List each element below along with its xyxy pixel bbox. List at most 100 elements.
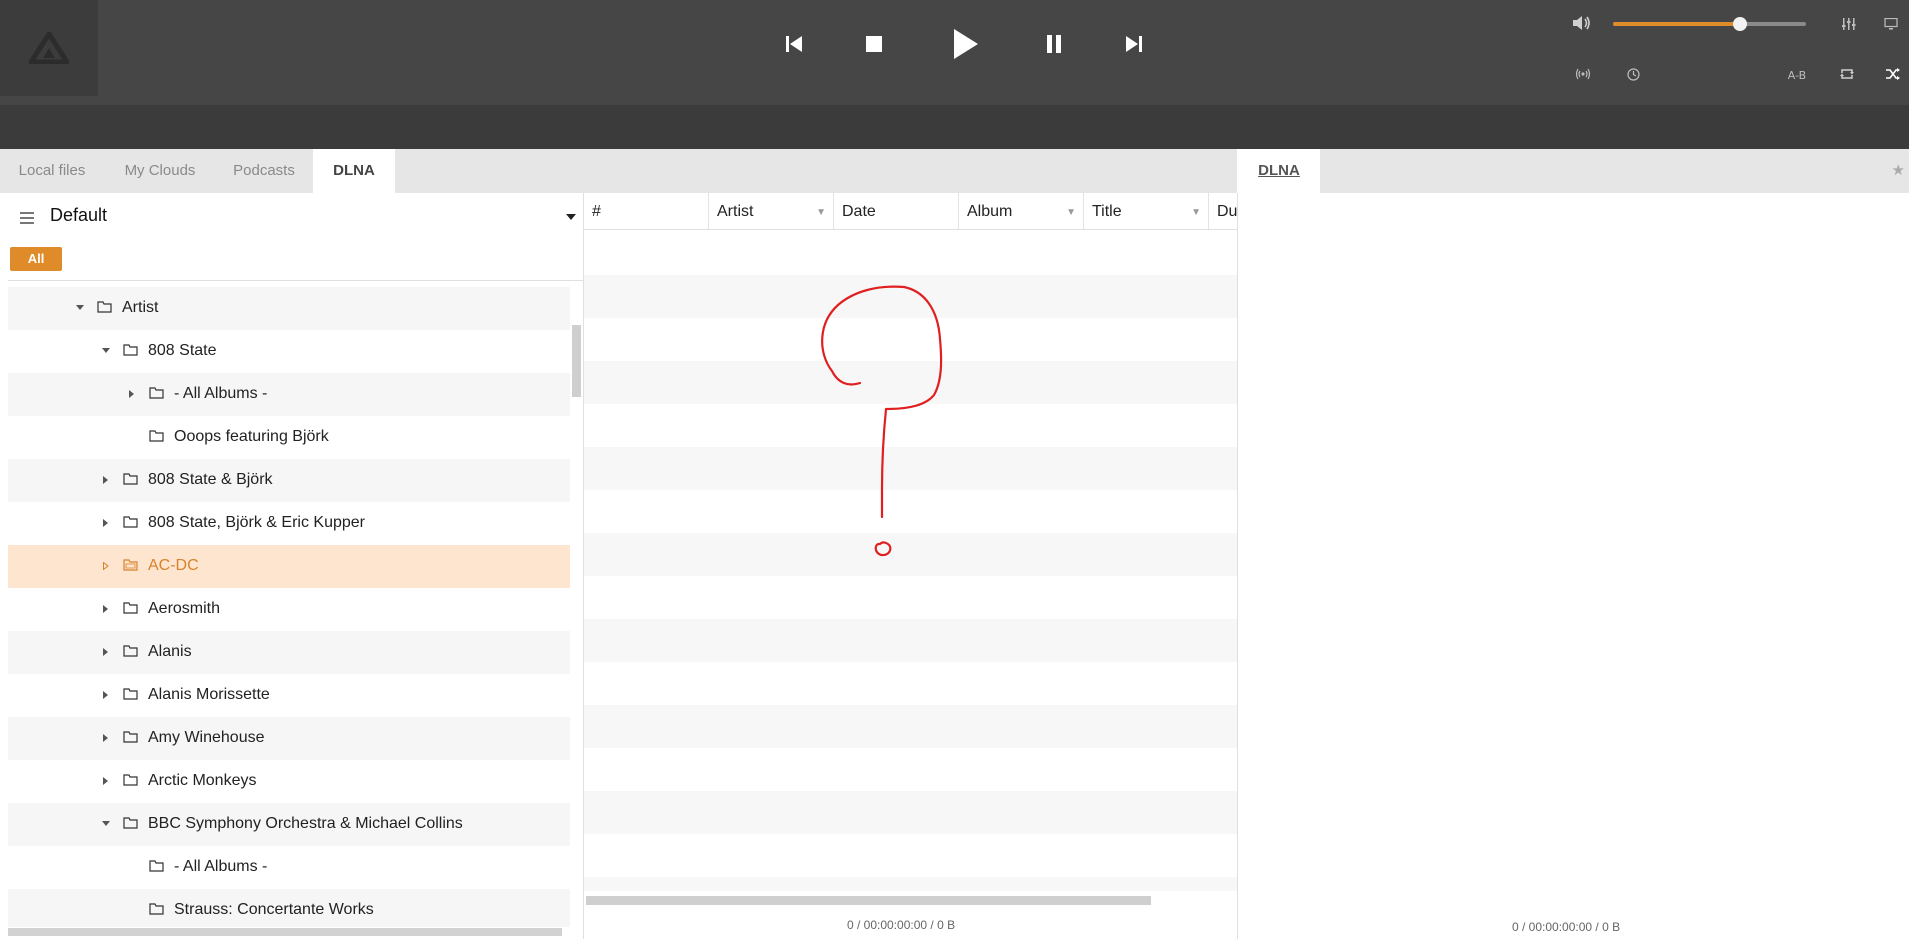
column-header-album[interactable]: Album ▼ bbox=[959, 193, 1084, 229]
chevron-right-icon[interactable] bbox=[100, 732, 112, 744]
tab-playlist-dlna[interactable]: DLNA bbox=[1238, 149, 1320, 193]
filter-icon[interactable]: ▼ bbox=[816, 194, 826, 229]
chevron-right-icon[interactable] bbox=[100, 603, 112, 615]
menu-icon[interactable] bbox=[20, 212, 34, 227]
chevron-right-icon[interactable] bbox=[100, 560, 112, 572]
volume-slider[interactable] bbox=[1613, 17, 1806, 31]
tree-item-label: BBC Symphony Orchestra & Michael Collins bbox=[148, 815, 463, 832]
folder-icon bbox=[123, 817, 138, 829]
pause-button[interactable] bbox=[1040, 30, 1068, 58]
playlist-status: 0 / 00:00:00:00 / 0 B bbox=[1512, 920, 1621, 934]
folder-icon bbox=[123, 731, 138, 743]
player-toolbar: A-B bbox=[0, 0, 1909, 105]
broadcast-button[interactable] bbox=[1571, 64, 1595, 84]
output-icon bbox=[1884, 18, 1898, 30]
shuffle-button[interactable] bbox=[1882, 64, 1904, 84]
chevron-right-icon[interactable] bbox=[126, 388, 138, 400]
chevron-down-icon[interactable] bbox=[566, 214, 576, 220]
tab-my-clouds[interactable]: My Clouds bbox=[112, 149, 208, 193]
tree-item-label: 808 State bbox=[148, 342, 217, 359]
stop-icon bbox=[866, 36, 882, 52]
broadcast-icon bbox=[1575, 68, 1591, 80]
folder-icon bbox=[149, 860, 164, 872]
tracklist-status: 0 / 00:00:00:00 / 0 B bbox=[847, 918, 956, 932]
tree-item[interactable]: Aerosmith bbox=[8, 588, 570, 631]
pause-icon bbox=[1047, 35, 1061, 53]
tree-horizontal-scrollbar[interactable] bbox=[8, 928, 562, 936]
timer-icon bbox=[1626, 67, 1640, 81]
column-header-date[interactable]: Date bbox=[834, 193, 959, 229]
tree-item-selected[interactable]: AC-DC bbox=[8, 545, 570, 588]
tree-item-label: - All Albums - bbox=[174, 385, 268, 402]
filter-icon[interactable]: ▼ bbox=[1191, 194, 1201, 229]
chevron-down-icon[interactable] bbox=[74, 302, 86, 314]
tracklist-panel: # Artist ▼ Date Album ▼ Title ▼ Du 0 / 00:0… bbox=[584, 193, 1238, 939]
tree-item[interactable]: 808 State, Björk & Eric Kupper bbox=[8, 502, 570, 545]
chevron-right-icon[interactable] bbox=[100, 689, 112, 701]
tree-item[interactable]: 808 State & Björk bbox=[8, 459, 570, 502]
tree-item[interactable]: Alanis Morissette bbox=[8, 674, 570, 717]
star-icon[interactable]: ★ bbox=[1892, 161, 1905, 179]
playlist-panel: 0 / 00:00:00:00 / 0 B bbox=[1238, 193, 1909, 939]
tree-item[interactable]: Ooops featuring Björk bbox=[8, 416, 570, 459]
tree-item-label: Alanis Morissette bbox=[148, 686, 270, 703]
tree-item-label: 808 State & Björk bbox=[148, 471, 273, 488]
previous-button[interactable] bbox=[780, 30, 808, 58]
column-header-duration[interactable]: Du bbox=[1209, 193, 1237, 229]
profile-title: Default bbox=[50, 205, 108, 225]
tracklist-horizontal-scrollbar[interactable] bbox=[586, 896, 1151, 905]
timer-button[interactable] bbox=[1622, 64, 1644, 84]
ab-repeat-button[interactable]: A-B bbox=[1781, 66, 1813, 84]
tree-item[interactable]: Alanis bbox=[8, 631, 570, 674]
question-mark-annotation bbox=[821, 285, 943, 557]
repeat-button[interactable] bbox=[1836, 64, 1858, 84]
chevron-right-icon[interactable] bbox=[100, 517, 112, 529]
previous-icon bbox=[786, 36, 802, 52]
table-row bbox=[584, 877, 1237, 891]
folder-icon bbox=[149, 430, 164, 442]
chevron-down-icon[interactable] bbox=[100, 345, 112, 357]
tree-item[interactable]: BBC Symphony Orchestra & Michael Collins bbox=[8, 803, 570, 846]
chevron-right-icon[interactable] bbox=[100, 646, 112, 658]
folder-icon bbox=[123, 559, 138, 571]
output-button[interactable] bbox=[1880, 14, 1902, 34]
equalizer-button[interactable] bbox=[1838, 14, 1860, 34]
tree-item[interactable]: Arctic Monkeys bbox=[8, 760, 570, 803]
tree-item[interactable]: - All Albums - bbox=[8, 373, 570, 416]
tree-item[interactable]: - All Albums - bbox=[8, 846, 570, 889]
folder-icon bbox=[123, 473, 138, 485]
tab-podcasts[interactable]: Podcasts bbox=[222, 149, 306, 193]
stop-button[interactable] bbox=[860, 30, 888, 58]
mute-button[interactable] bbox=[1570, 12, 1594, 34]
tree-vertical-scrollbar[interactable] bbox=[572, 325, 581, 397]
next-button[interactable] bbox=[1120, 30, 1148, 58]
column-header-artist[interactable]: Artist ▼ bbox=[709, 193, 834, 229]
volume-icon bbox=[1573, 16, 1590, 30]
folder-icon bbox=[123, 645, 138, 657]
tree-item-label: - All Albums - bbox=[174, 858, 268, 875]
repeat-icon bbox=[1840, 69, 1854, 79]
chevron-down-icon[interactable] bbox=[100, 818, 112, 830]
volume-level bbox=[1613, 22, 1741, 26]
equalizer-icon bbox=[1842, 18, 1856, 30]
library-panel: Default All Artist 808 State - All Album… bbox=[0, 193, 584, 939]
table-row bbox=[584, 705, 1237, 748]
play-button[interactable] bbox=[945, 25, 985, 63]
column-header-title[interactable]: Title ▼ bbox=[1084, 193, 1209, 229]
tree-item[interactable]: Amy Winehouse bbox=[8, 717, 570, 760]
filter-icon[interactable]: ▼ bbox=[1066, 194, 1076, 229]
column-header-number[interactable]: # bbox=[584, 193, 709, 229]
folder-icon bbox=[123, 688, 138, 700]
tree-item[interactable]: Artist bbox=[8, 287, 570, 330]
folder-icon bbox=[149, 387, 164, 399]
tab-dlna[interactable]: DLNA bbox=[313, 149, 395, 193]
library-tree: Artist 808 State - All Albums - Ooops fe… bbox=[8, 287, 570, 927]
tab-local-files[interactable]: Local files bbox=[6, 149, 98, 193]
chevron-right-icon[interactable] bbox=[100, 474, 112, 486]
tree-item[interactable]: Strauss: Concertante Works bbox=[8, 889, 570, 927]
tree-item-label: AC-DC bbox=[148, 557, 199, 574]
filter-all-button[interactable]: All bbox=[10, 247, 62, 271]
chevron-right-icon[interactable] bbox=[100, 775, 112, 787]
tree-item[interactable]: 808 State bbox=[8, 330, 570, 373]
volume-handle[interactable] bbox=[1733, 17, 1748, 31]
